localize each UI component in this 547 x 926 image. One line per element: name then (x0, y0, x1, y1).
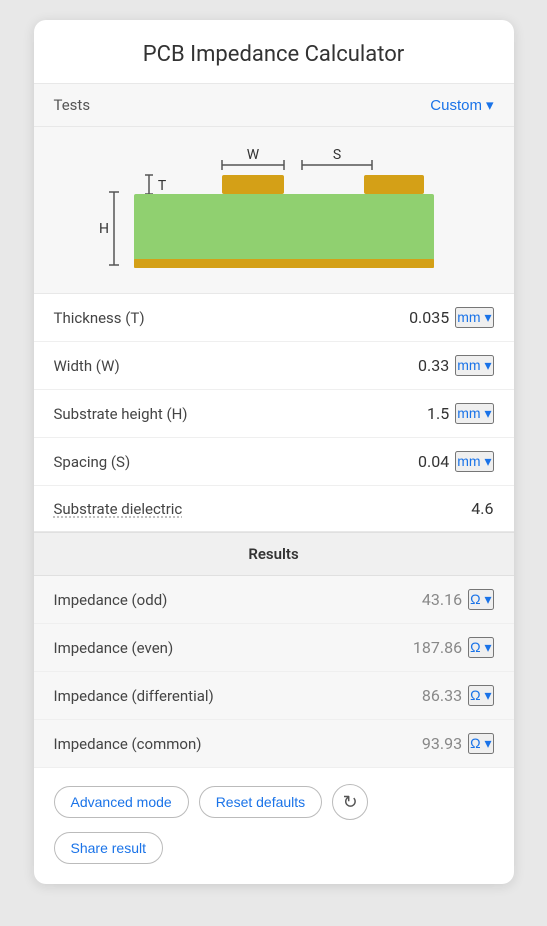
result-value-common: 93.93 (422, 734, 462, 753)
result-row-even: Impedance (even) 187.86 Ω ▾ (34, 624, 514, 672)
param-unit-thickness[interactable]: mm ▾ (455, 307, 493, 328)
refresh-button[interactable]: ↻ (332, 784, 368, 820)
params-section: Thickness (T) 0.035 mm ▾ Width (W) 0.33 … (34, 294, 514, 532)
result-value-group-common: 93.93 Ω ▾ (422, 733, 494, 754)
param-label-dielectric: Substrate dielectric (54, 500, 183, 518)
param-row-spacing: Spacing (S) 0.04 mm ▾ (34, 438, 514, 486)
param-label-spacing: Spacing (S) (54, 453, 131, 471)
result-unit-common[interactable]: Ω ▾ (468, 733, 493, 754)
svg-text:W: W (246, 147, 259, 163)
param-label-substrate-height: Substrate height (H) (54, 405, 188, 423)
result-value-odd: 43.16 (422, 590, 462, 609)
param-label-width: Width (W) (54, 357, 120, 375)
share-btn-row: Share result (34, 832, 514, 884)
tests-dropdown-arrow: ▾ (486, 96, 494, 114)
param-row-width: Width (W) 0.33 mm ▾ (34, 342, 514, 390)
result-unit-odd[interactable]: Ω ▾ (468, 589, 493, 610)
advanced-mode-button[interactable]: Advanced mode (54, 786, 189, 818)
param-row-thickness: Thickness (T) 0.035 mm ▾ (34, 294, 514, 342)
param-value-thickness: 0.035 (409, 308, 449, 327)
param-unit-substrate-height[interactable]: mm ▾ (455, 403, 493, 424)
share-result-button[interactable]: Share result (54, 832, 163, 864)
pcb-diagram: H T W S (54, 137, 494, 277)
footer-buttons: Advanced mode Reset defaults ↻ (34, 768, 514, 832)
main-card: PCB Impedance Calculator Tests Custom ▾ … (34, 20, 514, 884)
svg-text:S: S (332, 147, 340, 163)
result-value-even: 187.86 (413, 638, 462, 657)
param-value-width: 0.33 (418, 356, 449, 375)
result-value-group-even: 187.86 Ω ▾ (413, 637, 494, 658)
tests-row: Tests Custom ▾ (34, 84, 514, 127)
result-value-group-odd: 43.16 Ω ▾ (422, 589, 494, 610)
param-row-substrate-height: Substrate height (H) 1.5 mm ▾ (34, 390, 514, 438)
param-unit-width[interactable]: mm ▾ (455, 355, 493, 376)
result-label-differential: Impedance (differential) (54, 687, 214, 705)
result-value-differential: 86.33 (422, 686, 462, 705)
param-value-spacing: 0.04 (418, 452, 449, 471)
svg-text:T: T (157, 178, 166, 194)
refresh-icon: ↻ (343, 792, 358, 813)
diagram-area: H T W S (34, 127, 514, 294)
svg-text:H: H (99, 221, 109, 237)
result-value-group-differential: 86.33 Ω ▾ (422, 685, 494, 706)
page-title: PCB Impedance Calculator (34, 20, 514, 84)
tests-label: Tests (54, 96, 91, 114)
result-label-even: Impedance (even) (54, 639, 174, 657)
param-value-group-substrate-height: 1.5 mm ▾ (427, 403, 493, 424)
result-unit-differential[interactable]: Ω ▾ (468, 685, 493, 706)
param-value-dielectric: 4.6 (471, 499, 493, 518)
param-unit-spacing[interactable]: mm ▾ (455, 451, 493, 472)
result-row-odd: Impedance (odd) 43.16 Ω ▾ (34, 576, 514, 624)
result-row-differential: Impedance (differential) 86.33 Ω ▾ (34, 672, 514, 720)
param-value-substrate-height: 1.5 (427, 404, 449, 423)
results-section: Impedance (odd) 43.16 Ω ▾ Impedance (eve… (34, 576, 514, 768)
result-label-common: Impedance (common) (54, 735, 202, 753)
tests-value: Custom (430, 97, 482, 114)
param-label-thickness: Thickness (T) (54, 309, 145, 327)
param-value-group-thickness: 0.035 mm ▾ (409, 307, 493, 328)
param-value-group-width: 0.33 mm ▾ (418, 355, 493, 376)
param-value-group-dielectric: 4.6 (471, 499, 493, 518)
param-row-dielectric: Substrate dielectric 4.6 (34, 486, 514, 531)
result-unit-even[interactable]: Ω ▾ (468, 637, 493, 658)
result-row-common: Impedance (common) 93.93 Ω ▾ (34, 720, 514, 768)
pcb-diagram-svg: H T W S (54, 137, 494, 277)
result-label-odd: Impedance (odd) (54, 591, 168, 609)
tests-dropdown[interactable]: Custom ▾ (430, 96, 493, 114)
reset-defaults-button[interactable]: Reset defaults (199, 786, 323, 818)
results-header: Results (34, 532, 514, 576)
param-value-group-spacing: 0.04 mm ▾ (418, 451, 493, 472)
